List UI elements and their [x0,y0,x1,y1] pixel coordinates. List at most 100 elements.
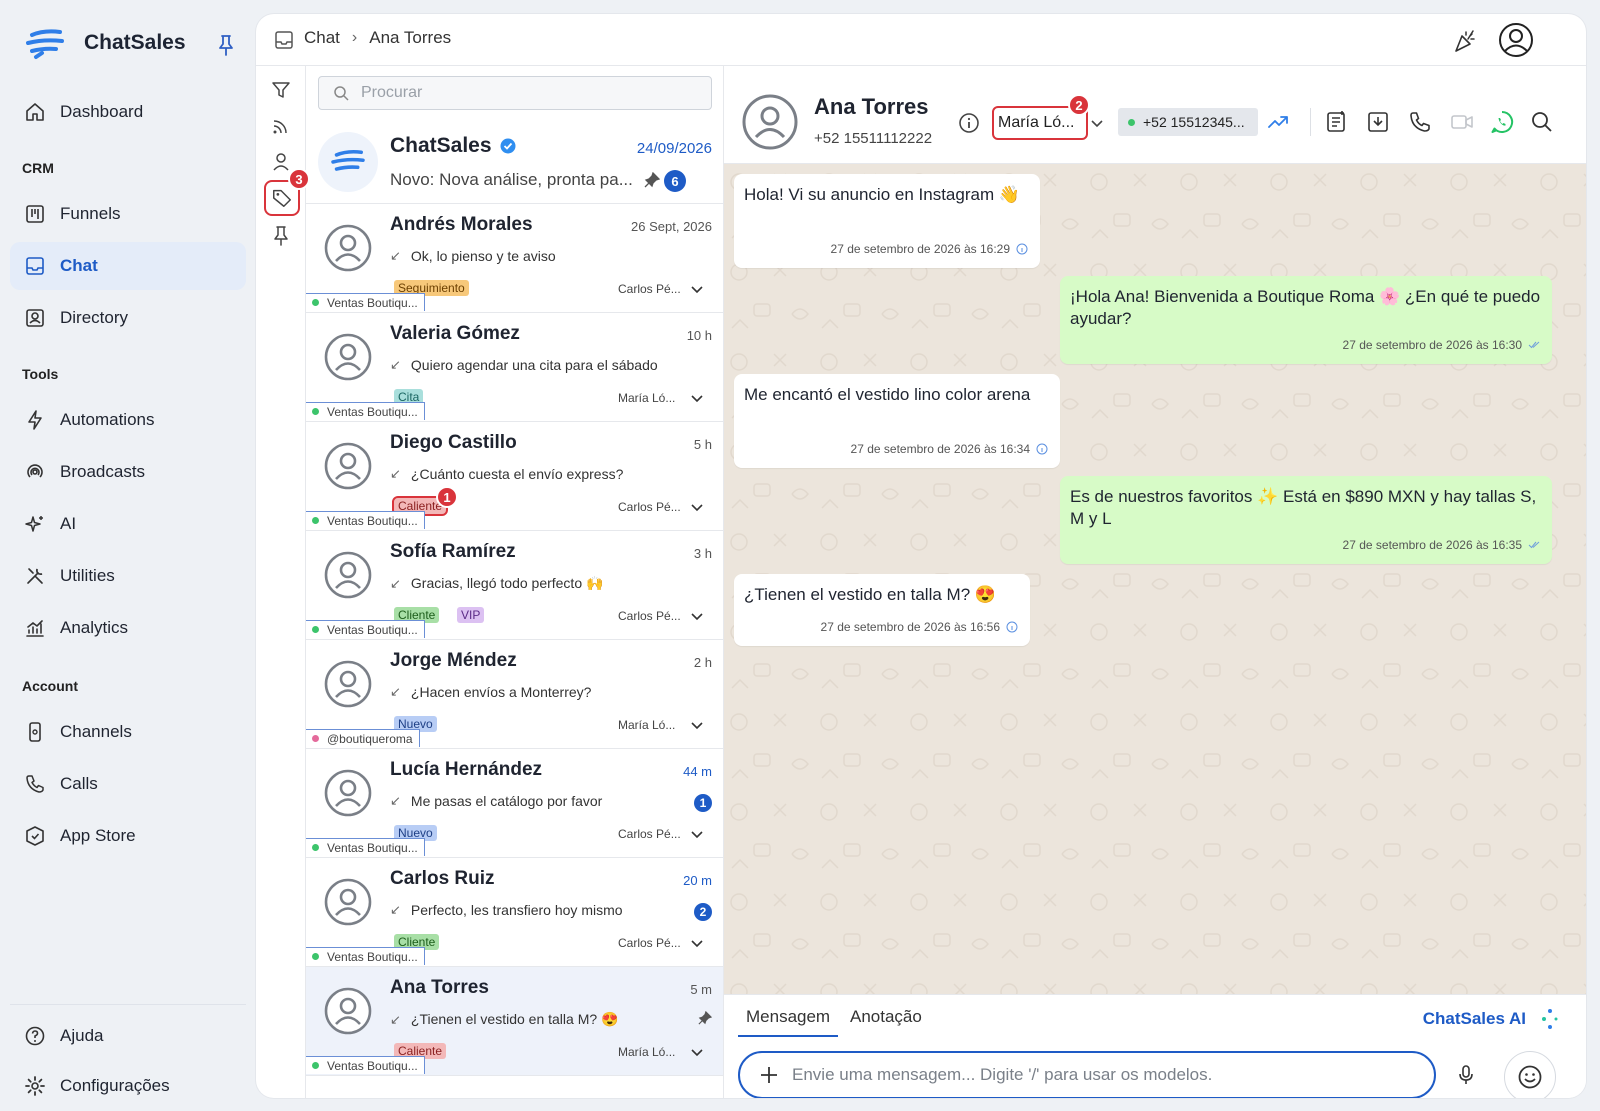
contact-avatar[interactable] [742,94,798,150]
sidebar-item-ai[interactable]: AI [10,500,246,548]
preview-text: ¿Tienen el vestido en talla M? 😍 [410,1011,619,1027]
message-bubble-outgoing[interactable]: Es de nuestros favoritos ✨ Está en $890 … [1060,476,1552,564]
sidebar-item-dashboard[interactable]: Dashboard [10,88,246,136]
sparkle-icon [25,516,43,532]
conversation-name: Andrés Morales [390,214,533,235]
conversation-tag[interactable]: VIP [457,607,485,623]
sidebar-item-label: App Store [60,826,136,845]
message-bubble-incoming[interactable]: Me encantó el vestido lino color arena 2… [734,374,1060,468]
chevron-down-icon[interactable] [690,391,704,405]
celebration-icon[interactable] [1452,28,1478,54]
message-bubble-incoming[interactable]: ¿Tienen el vestido en talla M? 😍 27 de s… [734,574,1030,646]
tag-badge: 1 [436,486,458,508]
assigned-agent: María Ló... [618,1045,676,1059]
chevron-down-icon[interactable] [690,827,704,841]
sidebar-item-label: Directory [60,308,129,327]
unread-count-badge: 6 [664,170,686,192]
sidebar-item-app-store[interactable]: App Store [10,812,246,860]
sidebar-item-funnels[interactable]: Funnels [10,190,246,238]
filter-icon[interactable] [269,78,293,102]
conversation-row[interactable]: Carlos Ruiz 20 m ↙ Perfecto, les transfiero… [306,858,723,967]
tab-message[interactable]: Mensagem [738,1007,839,1037]
conversation-name: Valeria Gómez [390,323,520,344]
assigned-agent: Carlos Pé... [618,282,681,296]
message-time: 27 de setembro de 2026 às 16:35 [1342,538,1522,552]
conversation-row[interactable]: Lucía Hernández 44 m ↙ Me pasas el catálogo… [306,749,723,858]
channel-name: Ventas Boutiqu... [327,513,418,528]
sidebar-item-automations[interactable]: Automations [10,396,246,444]
conversation-row[interactable]: Andrés Morales 26 Sept, 2026 ↙ Ok, lo piens… [306,204,723,313]
sidebar-item-chat[interactable]: Chat [10,242,246,290]
download-icon[interactable] [1366,110,1390,134]
incoming-arrow-icon: ↙ [390,248,401,263]
trending-up-icon[interactable] [1266,110,1290,134]
sidebar-item-utilities[interactable]: Utilities [10,552,246,600]
chatsales-logo-icon [26,29,64,59]
sidebar-item-calls[interactable]: Calls [10,760,246,808]
conversation-row[interactable]: Ana Torres 5 m ↙ ¿Tienen el vestido en tall… [306,967,723,1076]
chatsales-ai-button[interactable]: ChatSales AI [1423,1009,1526,1029]
search-icon[interactable] [1530,110,1554,134]
message-bubble-incoming[interactable]: Hola! Vi su anuncio en Instagram 👋 27 de… [734,174,1040,268]
sidebar-item-help[interactable]: Ajuda [10,1012,246,1060]
channel-dot-icon [312,735,319,742]
notes-icon[interactable] [1324,110,1348,134]
conversation-time: 10 h [686,328,712,343]
emoji-button[interactable] [1504,1051,1556,1098]
pinned-conversation[interactable]: ChatSales 24/09/2026 Novo: Nova análise,… [306,120,723,204]
microphone-icon[interactable] [1454,1063,1478,1087]
message-bubble-outgoing[interactable]: ¡Hola Ana! Bienvenida a Boutique Roma 🌸 … [1060,276,1552,364]
sidebar-item-label: Funnels [60,204,121,223]
sidebar-item-broadcasts[interactable]: Broadcasts [10,448,246,496]
info-icon[interactable] [958,112,980,134]
chevron-down-icon[interactable] [690,936,704,950]
conversation-name: Ana Torres [390,977,489,998]
user-account-icon[interactable] [1498,22,1534,58]
conversation-preview: ↙ ¿Tienen el vestido en talla M? 😍 [390,1011,618,1028]
app-sidebar: ChatSales Dashboard CRM Funnels Chat Dir… [0,0,256,1111]
search-input[interactable] [361,84,691,102]
tab-note[interactable]: Anotação [842,1007,930,1035]
emoji-icon [1518,1065,1542,1089]
person-filter-icon[interactable] [269,150,293,174]
conversation-row[interactable]: Valeria Gómez 10 h ↙ Quiero agendar una cit… [306,313,723,422]
sidebar-item-directory[interactable]: Directory [10,294,246,342]
chevron-down-icon[interactable] [690,500,704,514]
sidebar-item-label: Analytics [60,618,129,637]
sidebar-item-label: Dashboard [60,102,144,121]
chevron-right-icon: › [351,29,358,46]
breadcrumb-root[interactable]: Chat [304,28,340,48]
chevron-down-icon[interactable] [690,718,704,732]
channel-dot-icon [312,1062,319,1069]
message-input[interactable] [792,1065,1412,1085]
sidebar-divider [10,1004,246,1005]
assigned-agent: María Ló... [618,718,676,732]
phone-call-icon[interactable] [1408,110,1432,134]
conversation-row[interactable]: Sofía Ramírez 3 h ↙ Gracias, llegó todo per… [306,531,723,640]
channel-label: Ventas Boutiqu... [306,838,425,856]
chevron-down-icon[interactable] [690,1045,704,1059]
message-meta: 27 de setembro de 2026 às 16:56 [821,616,1018,638]
main-panel: Chat › Ana Torres 3 Procurar ChatSales 2… [256,14,1586,1098]
sidebar-item-analytics[interactable]: Analytics [10,604,246,652]
plus-icon[interactable] [758,1064,780,1086]
contact-avatar [324,660,372,708]
message-text: ¡Hola Ana! Bienvenida a Boutique Roma 🌸 … [1070,287,1541,328]
sidebar-item-settings[interactable]: Configurações [10,1062,246,1110]
chevron-down-icon[interactable] [1090,116,1104,130]
channel-signal-icon[interactable] [269,114,293,138]
chevron-down-icon[interactable] [690,609,704,623]
pin-icon[interactable] [269,224,293,248]
video-call-icon[interactable] [1450,110,1474,134]
chevron-down-icon[interactable] [690,282,704,296]
whatsapp-icon[interactable] [1490,110,1514,134]
channel-phone-select[interactable]: +52 15512345... [1118,108,1258,136]
assigned-agent: Carlos Pé... [618,936,681,950]
pin-sidebar-icon[interactable] [216,34,236,56]
conversation-row[interactable]: Diego Castillo 5 h ↙ ¿Cuánto cuesta el enví… [306,422,723,531]
sidebar-item-channels[interactable]: Channels [10,708,246,756]
ai-sparkle-icon[interactable] [1538,1007,1562,1031]
conversation-row[interactable]: Jorge Méndez 2 h ↙ ¿Hacen envíos a Monterre… [306,640,723,749]
brand[interactable]: ChatSales [24,26,186,60]
contact-avatar [324,987,372,1035]
